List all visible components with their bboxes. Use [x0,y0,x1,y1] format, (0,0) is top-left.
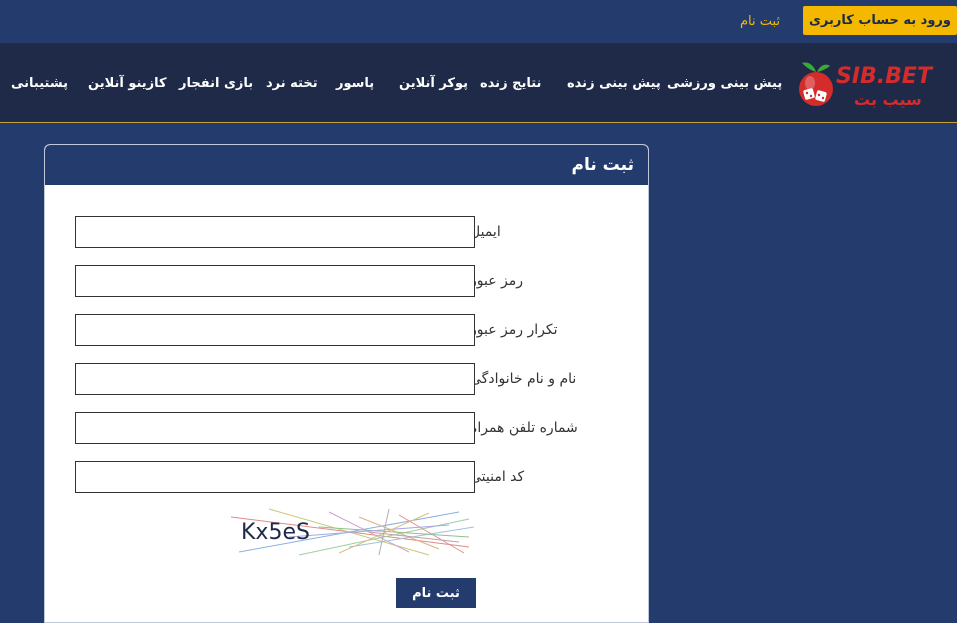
password-label: رمز عبور [470,273,524,289]
email-label: ایمیل [470,224,501,240]
nav-live-betting[interactable]: پیش بینی زنده [567,43,661,123]
site-logo[interactable]: SIB.BET سیب بت [792,53,942,113]
nav-backgammon[interactable]: تخته نرد [266,43,318,123]
captcha-text: Kx5eS [241,520,310,545]
confirm-password-field[interactable] [75,314,475,346]
main-navbar: SIB.BET سیب بت پیش بینی ورزشی پیش بینی ز… [0,43,957,123]
logo-graphic: SIB.BET سیب بت [799,62,934,109]
nav-support[interactable]: پشتیبانی [11,43,68,123]
nav-online-poker[interactable]: پوکر آنلاین [399,43,468,123]
registration-title: ثبت نام [45,145,648,185]
register-link[interactable]: ثبت نام [735,10,785,32]
nav-sports-betting[interactable]: پیش بینی ورزشی [667,43,782,123]
nav-online-casino[interactable]: کازینو آنلاین [88,43,167,123]
registration-card: ثبت نام ایمیل رمز عبور تکرار رمز عبور نا… [44,144,649,623]
register-submit-button[interactable]: ثبت نام [396,578,476,608]
confirm-password-label: تکرار رمز عبور [470,322,558,338]
password-field[interactable] [75,265,475,297]
nav-pasoor[interactable]: پاسور [336,43,374,123]
phone-label: شماره تلفن همراه [470,420,578,436]
security-code-field[interactable] [75,461,475,493]
logo-subtext: سیب بت [854,90,922,109]
full-name-label: نام و نام خانوادگی [470,371,577,387]
logo-text: SIB.BET [836,64,934,89]
top-bar: ورود به حساب کاربری ثبت نام [0,0,957,43]
nav-crash-game[interactable]: بازی انفجار [179,43,253,123]
login-button[interactable]: ورود به حساب کاربری [803,6,957,35]
phone-field[interactable] [75,412,475,444]
nav-live-results[interactable]: نتایج زنده [480,43,541,123]
email-field[interactable] [75,216,475,248]
full-name-field[interactable] [75,363,475,395]
captcha-image: Kx5eS [229,507,475,557]
security-code-label: کد امنیتی [470,469,525,485]
